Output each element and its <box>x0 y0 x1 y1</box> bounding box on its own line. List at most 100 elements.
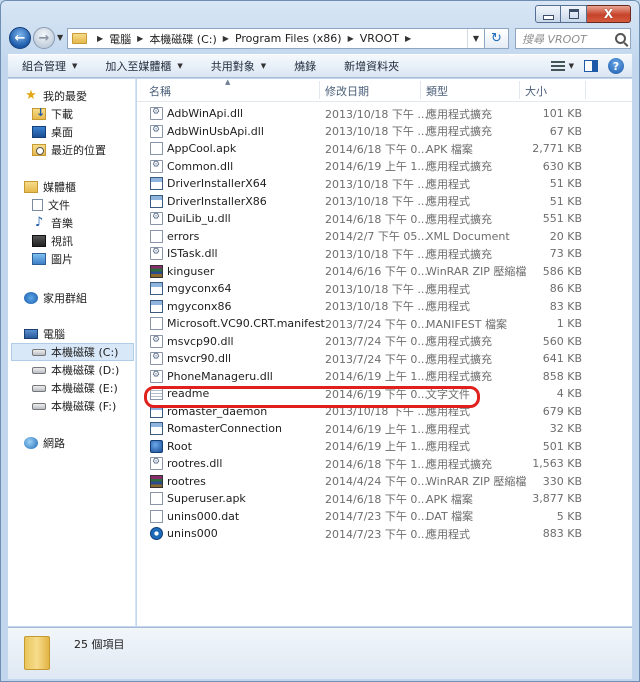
file-row[interactable]: DriverInstallerX64 2013/10/18 下午 ... 應用程式 5… <box>137 175 632 193</box>
file-row[interactable]: msvcp90.dll 2013/7/24 下午 0...應用程式擴充 560 KB <box>137 333 632 351</box>
sidebar-item-downloads[interactable]: 下載 <box>32 105 73 123</box>
view-dropdown-icon[interactable]: ▼ <box>569 62 574 70</box>
address-bar[interactable]: ▶ 電腦 ▶ 本機磁碟 (C:) ▶ Program Files (x86) ▶… <box>67 28 485 49</box>
file-row[interactable]: ISTask.dll 2013/10/18 下午 ...應用程式擴充 73 KB <box>137 245 632 263</box>
column-divider[interactable] <box>585 81 586 99</box>
change-view-icon[interactable] <box>550 61 565 71</box>
breadcrumb-computer[interactable]: 電腦 <box>109 31 131 47</box>
sidebar-item-drive-d[interactable]: 本機磁碟 (D:) <box>32 361 119 379</box>
preview-pane-icon[interactable] <box>584 60 598 72</box>
back-button[interactable]: ← <box>9 27 31 49</box>
file-row[interactable]: AppCool.apk 2014/6/18 下午 0... APK 檔案 2,771 … <box>137 140 632 158</box>
sidebar-item-homegroup[interactable]: 家用群組 <box>24 289 87 307</box>
apk-icon <box>150 492 163 506</box>
burn-button[interactable]: 燒錄 <box>280 58 330 74</box>
file-size: 3,877 KB <box>532 492 582 506</box>
chevron-right-icon[interactable]: ▶ <box>223 34 229 43</box>
file-row[interactable]: AdbWinUsbApi.dll 2013/10/18 下午 ...應用程式擴充 6… <box>137 123 632 141</box>
close-button[interactable]: X <box>587 5 631 23</box>
organize-label: 組合管理 <box>22 60 66 73</box>
dll-icon <box>150 247 163 261</box>
sidebar-item-drive-f[interactable]: 本機磁碟 (F:) <box>32 397 116 415</box>
file-row[interactable]: Superuser.apk 2014/6/18 下午 0... APK 檔案 3,87… <box>137 490 632 508</box>
chevron-right-icon[interactable]: ▶ <box>97 34 103 43</box>
file-row[interactable]: rootres.dll 2014/6/18 下午 1...應用程式擴充 1,563 … <box>137 455 632 473</box>
file-row[interactable]: kinguser 2014/6/16 下午 0... WinRAR ZIP 壓縮檔 5… <box>137 263 632 281</box>
file-row[interactable]: rootres 2014/4/24 下午 0... WinRAR ZIP 壓縮檔 33… <box>137 473 632 491</box>
forward-button[interactable]: → <box>33 27 55 49</box>
sidebar-item-videos[interactable]: 視訊 <box>32 232 73 250</box>
file-row[interactable]: Common.dll 2014/6/19 上午 1...應用程式擴充 630 KB <box>137 158 632 176</box>
sidebar-item-desktop[interactable]: 桌面 <box>32 123 73 141</box>
maximize-button[interactable] <box>561 5 587 23</box>
file-row[interactable]: readme 2014/6/19 下午 0... 文字文件 4 KB <box>137 385 632 403</box>
file-date-modified: 2013/10/18 下午 ... <box>325 405 428 419</box>
chevron-right-icon[interactable]: ▶ <box>405 34 411 43</box>
chevron-right-icon[interactable]: ▶ <box>348 34 354 43</box>
file-row[interactable]: AdbWinApi.dll 2013/10/18 下午 ...應用程式擴充 101 … <box>137 105 632 123</box>
file-date-modified: 2014/6/16 下午 0... <box>325 265 428 279</box>
search-box[interactable]: 搜尋 VROOT <box>515 28 631 49</box>
file-row[interactable]: Root 2014/6/19 上午 1... 應用程式 501 KB <box>137 438 632 456</box>
sidebar-item-drive-e[interactable]: 本機磁碟 (E:) <box>32 379 118 397</box>
breadcrumb-drive-c[interactable]: 本機磁碟 (C:) <box>149 31 216 47</box>
music-icon: ♪ <box>34 215 44 230</box>
sidebar-item-recent[interactable]: 最近的位置 <box>32 141 106 159</box>
file-type: 應用程式 <box>426 195 470 209</box>
file-row[interactable]: DriverInstallerX86 2013/10/18 下午 ... 應用程式 5… <box>137 193 632 211</box>
recent-pages-dropdown-icon[interactable]: ▼ <box>57 33 63 42</box>
sidebar-item-label: 最近的位置 <box>51 144 106 157</box>
sidebar-item-documents[interactable]: 文件 <box>32 196 70 214</box>
column-date-modified[interactable]: 修改日期 <box>325 83 369 99</box>
share-with-button[interactable]: 共用對象 ▼ <box>197 58 280 74</box>
network-icon <box>24 437 38 449</box>
file-icon <box>150 509 163 523</box>
libraries-icon <box>24 181 38 193</box>
sidebar-item-drive-c[interactable]: 本機磁碟 (C:) <box>11 343 134 361</box>
address-dropdown-icon[interactable]: ▼ <box>467 29 484 48</box>
file-row[interactable]: errors 2014/2/7 下午 05... XML Document 20 KB <box>137 228 632 246</box>
file-row[interactable]: mgyconx86 2013/10/18 下午 ... 應用程式 83 KB <box>137 298 632 316</box>
file-size: 679 KB <box>542 404 582 418</box>
file-row[interactable]: RomasterConnection 2014/6/19 上午 1... 應用程式 3… <box>137 420 632 438</box>
column-name[interactable]: 名稱 <box>149 83 171 99</box>
file-row[interactable]: mgyconx64 2013/10/18 下午 ... 應用程式 86 KB <box>137 280 632 298</box>
breadcrumb-program-files[interactable]: Program Files (x86) <box>235 32 342 45</box>
file-row[interactable]: msvcr90.dll 2013/7/24 下午 0...應用程式擴充 641 KB <box>137 350 632 368</box>
exe-icon <box>150 282 163 296</box>
add-to-library-label: 加入至媒體櫃 <box>105 60 172 73</box>
breadcrumb-vroot[interactable]: VROOT <box>360 32 399 45</box>
desktop-icon <box>32 126 46 138</box>
file-row[interactable]: PhoneManageru.dll 2014/6/19 上午 1...應用程式擴充… <box>137 368 632 386</box>
search-icon[interactable] <box>615 33 626 44</box>
organize-button[interactable]: 組合管理 ▼ <box>8 58 91 74</box>
chevron-right-icon[interactable]: ▶ <box>137 34 143 43</box>
sidebar-item-pictures[interactable]: 圖片 <box>32 250 73 268</box>
sidebar-item-computer[interactable]: 電腦 <box>24 325 65 343</box>
file-row[interactable]: unins000 2014/7/23 下午 0... 應用程式 883 KB <box>137 525 632 543</box>
sidebar-item-network[interactable]: 網路 <box>24 434 65 452</box>
file-row[interactable]: Microsoft.VC90.CRT.manifest 2013/7/24 下午 … <box>137 315 632 333</box>
column-size[interactable]: 大小 <box>525 83 547 99</box>
help-icon[interactable]: ? <box>608 58 624 74</box>
exe-icon <box>150 194 163 208</box>
file-row[interactable]: DuiLib_u.dll 2014/6/18 下午 0...應用程式擴充 551 K… <box>137 210 632 228</box>
column-divider[interactable] <box>420 81 421 99</box>
column-divider[interactable] <box>519 81 520 99</box>
column-divider[interactable] <box>319 81 320 99</box>
file-name: kinguser <box>167 264 215 278</box>
sidebar-item-favorites[interactable]: ★ 我的最愛 <box>24 87 87 105</box>
file-type: 應用程式 <box>426 300 470 314</box>
sidebar-item-libraries[interactable]: 媒體櫃 <box>24 178 76 196</box>
dll-icon <box>150 107 163 121</box>
sidebar-item-music[interactable]: ♪ 音樂 <box>32 214 73 232</box>
file-type: 應用程式 <box>426 282 470 296</box>
minimize-button[interactable] <box>535 5 561 23</box>
new-folder-button[interactable]: 新增資料夾 <box>330 58 413 74</box>
refresh-button[interactable]: ↻ <box>485 28 509 49</box>
add-to-library-button[interactable]: 加入至媒體櫃 ▼ <box>91 58 196 74</box>
file-row[interactable]: romaster_daemon 2013/10/18 下午 ... 應用程式 679 … <box>137 403 632 421</box>
column-type[interactable]: 類型 <box>426 83 448 99</box>
file-row[interactable]: unins000.dat 2014/7/23 下午 0... DAT 檔案 5 KB <box>137 508 632 526</box>
dll-icon <box>150 159 163 173</box>
